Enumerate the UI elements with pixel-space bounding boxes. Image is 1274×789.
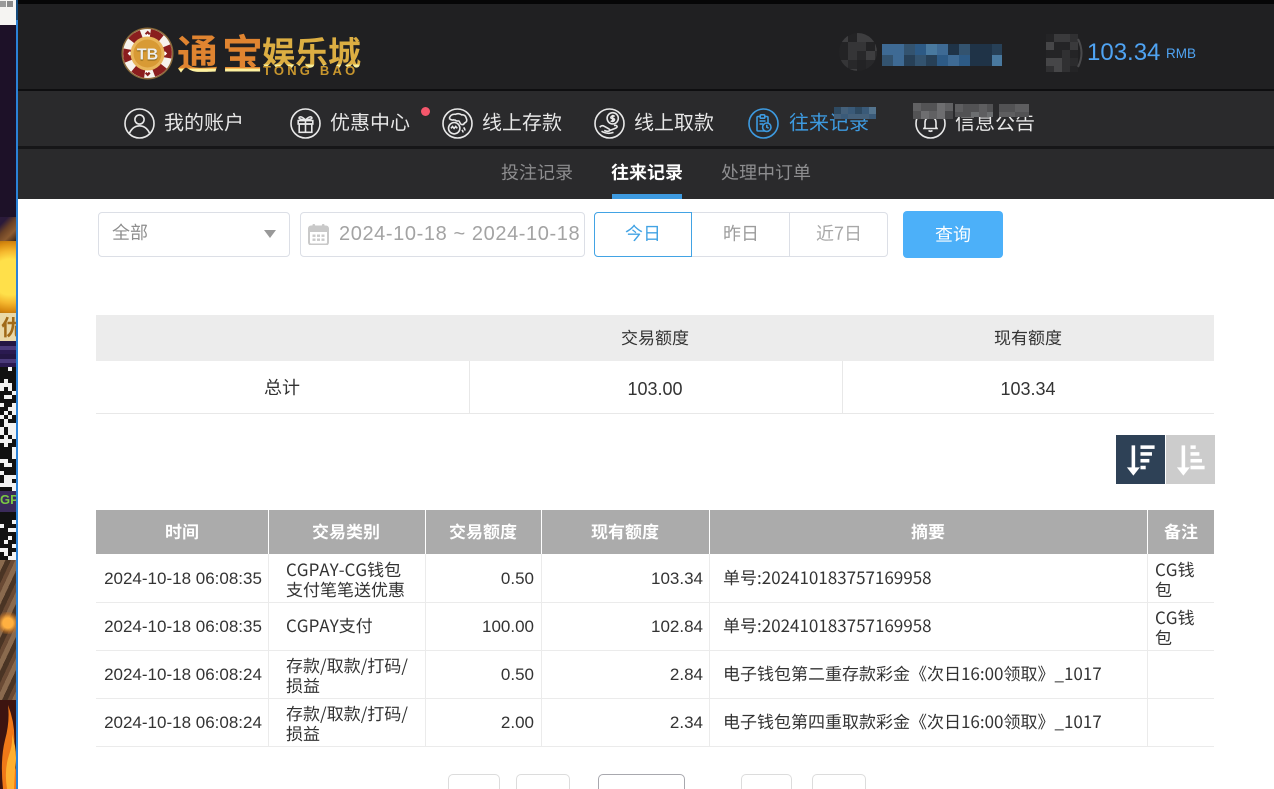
- svg-text:TB: TB: [137, 47, 158, 64]
